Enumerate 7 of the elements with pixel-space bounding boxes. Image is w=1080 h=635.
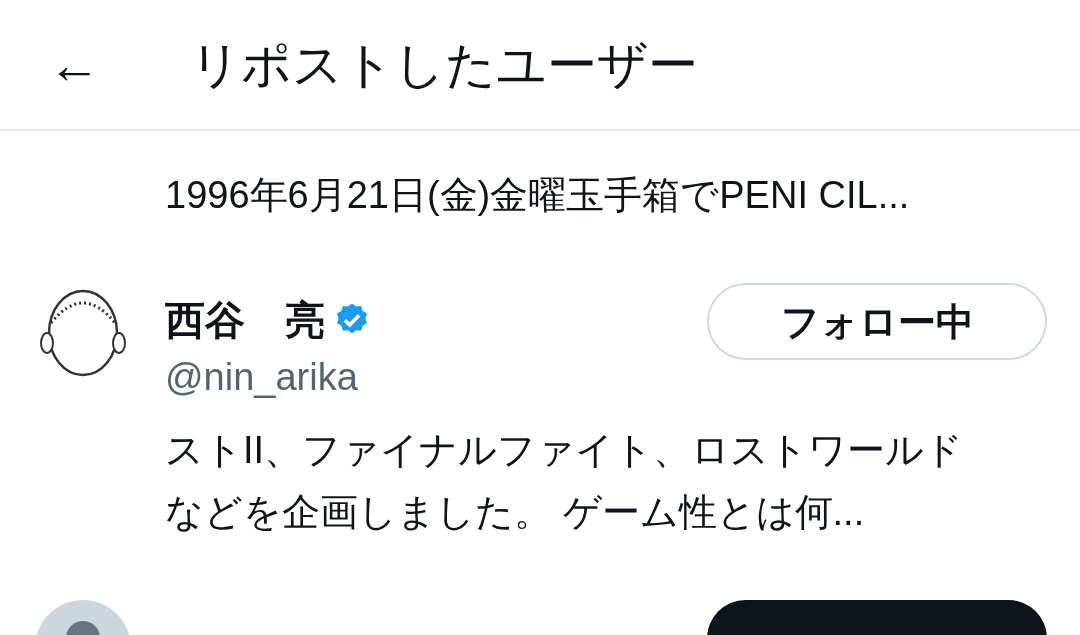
page-title: リポストしたユーザー [190, 39, 698, 90]
following-button[interactable]: フォロー中 [707, 283, 1047, 360]
user-name: 西谷 亮 [165, 300, 325, 340]
user-bio: 1996年6月21日(金)金曜玉手箱でPENI CIL... [165, 173, 911, 218]
user-bio: ストII、ファイナルファイト、ロストワールド などを企画しました。 ゲーム性とは何... [165, 428, 965, 535]
back-button[interactable]: ← [44, 34, 104, 95]
user-handle: @nin_arika [165, 357, 359, 397]
